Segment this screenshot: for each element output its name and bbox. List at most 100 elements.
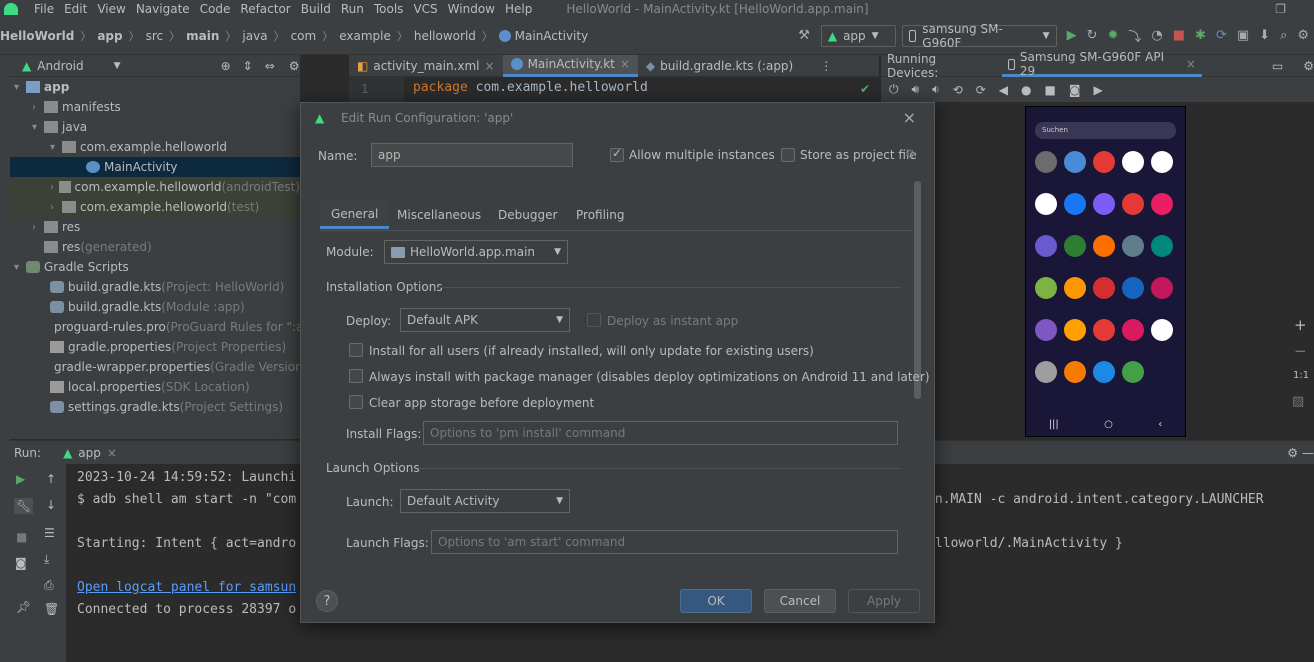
back-icon[interactable]: ‹ [1158, 419, 1162, 430]
app-icon[interactable] [1093, 361, 1115, 383]
device-manager-icon[interactable]: ▣ [1237, 28, 1249, 43]
menu-vcs[interactable]: VCS [413, 2, 437, 16]
install-all-users-checkbox[interactable] [349, 343, 363, 357]
maximize-icon[interactable]: ▭ [1272, 59, 1283, 73]
zoom-actual-size[interactable]: 1:1 [1293, 370, 1309, 381]
wrench-icon[interactable]: 🔧︎ [14, 498, 34, 514]
tree-item-app[interactable]: ▾ app [10, 77, 300, 97]
run-config-selector[interactable]: ▲ app ▼ [820, 24, 896, 47]
sdk-manager-icon[interactable]: ⬇ [1259, 28, 1270, 43]
expand-all-icon[interactable]: ⇔ [265, 59, 275, 73]
overview-icon[interactable]: ■ [1044, 83, 1055, 97]
menu-file[interactable]: File [34, 2, 54, 16]
scroll-end-icon[interactable]: ⤓ [44, 552, 49, 567]
app-icon[interactable] [1035, 151, 1057, 173]
attach-debugger-icon[interactable]: ⤵ [1128, 26, 1141, 45]
open-logcat-link[interactable]: Open logcat panel for samsun [77, 580, 296, 595]
menu-navigate[interactable]: Navigate [136, 2, 190, 16]
tree-item-file[interactable]: gradle.properties (Project Properties) [10, 337, 300, 357]
menu-help[interactable]: Help [505, 2, 532, 16]
app-icon[interactable] [1122, 235, 1144, 257]
restore-window-icon[interactable]: ❐ [1275, 2, 1286, 16]
tab-debugger[interactable]: Debugger [498, 201, 557, 229]
stop-icon[interactable]: ■ [1173, 28, 1185, 43]
tab-general[interactable]: General [320, 201, 390, 229]
camera-icon[interactable]: ◙ [15, 556, 27, 570]
menu-build[interactable]: Build [301, 2, 331, 16]
sync-gradle-icon[interactable]: ⟳ [1216, 28, 1227, 43]
app-icon[interactable] [1064, 235, 1086, 257]
trash-icon[interactable]: 🗑︎ [44, 602, 59, 616]
tree-item-file[interactable]: gradle-wrapper.properties (Gradle Versio… [10, 357, 307, 377]
scroll-down-icon[interactable]: ↓ [46, 498, 56, 512]
run-icon[interactable]: ▶ [1067, 28, 1077, 43]
rerun-icon[interactable]: ↻ [1087, 28, 1098, 43]
rotate-right-icon[interactable]: ⟳ [976, 83, 986, 97]
close-icon[interactable]: × [620, 57, 630, 71]
tree-item-package[interactable]: ▾ com.example.helloworld [10, 137, 300, 157]
scroll-up-icon[interactable]: ↑ [46, 472, 56, 486]
tree-item-mainactivity[interactable]: MainActivity [10, 157, 300, 177]
app-icon[interactable] [1035, 277, 1057, 299]
breadcrumb-example[interactable]: example [339, 29, 391, 43]
project-view-selector[interactable]: Android [37, 59, 83, 73]
tab-miscellaneous[interactable]: Miscellaneous [397, 201, 481, 229]
tree-item-res[interactable]: › res [10, 217, 300, 237]
close-icon[interactable]: × [107, 446, 117, 460]
tree-item-package-test[interactable]: › com.example.helloworld (test) [10, 197, 300, 217]
search-icon[interactable]: ⌕ [1280, 28, 1287, 43]
tree-item-file[interactable]: local.properties (SDK Location) [10, 377, 300, 397]
breadcrumb-src[interactable]: src [146, 29, 164, 43]
breadcrumb-main[interactable]: main [186, 29, 219, 43]
clear-storage-checkbox[interactable] [349, 395, 363, 409]
close-icon[interactable]: × [1186, 57, 1196, 71]
power-icon[interactable]: ⏻ [889, 82, 899, 97]
breadcrumb-com[interactable]: com [291, 29, 317, 43]
tree-item-res-generated[interactable]: res (generated) [10, 237, 300, 257]
tree-item-manifests[interactable]: › manifests [10, 97, 300, 117]
more-tabs-icon[interactable]: ⋮ [820, 59, 832, 73]
app-icon[interactable] [1064, 277, 1086, 299]
rotate-left-icon[interactable]: ⟲ [953, 83, 963, 97]
menu-refactor[interactable]: Refactor [240, 2, 290, 16]
gear-icon[interactable]: ⚙ [289, 59, 300, 73]
tree-item-file[interactable]: settings.gradle.kts (Project Settings) [10, 397, 300, 417]
tree-item-package-androidtest[interactable]: › com.example.helloworld (androidTest) [10, 177, 300, 197]
tree-item-file[interactable]: build.gradle.kts (Module :app) [10, 297, 300, 317]
device-tab[interactable]: Samsung SM-G960F API 29 × [1001, 50, 1202, 78]
volume-down-icon[interactable]: 🔉︎ [932, 82, 940, 97]
tree-item-file[interactable]: build.gradle.kts (Project: HelloWorld) [10, 277, 300, 297]
app-icon[interactable] [1093, 319, 1115, 341]
print-icon[interactable]: ⎙ [44, 578, 54, 593]
help-button[interactable]: ? [316, 590, 338, 612]
launch-flags-input[interactable]: Options to 'am start' command [431, 530, 898, 554]
pin-icon[interactable]: 📌︎ [16, 600, 31, 614]
zoom-out-icon[interactable]: − [1294, 342, 1307, 360]
tab-profiling[interactable]: Profiling [576, 201, 625, 229]
store-project-checkbox[interactable] [781, 148, 795, 162]
name-input[interactable]: app [371, 143, 573, 167]
app-icon[interactable] [1064, 319, 1086, 341]
home-icon[interactable]: ● [1021, 83, 1031, 97]
menu-run[interactable]: Run [341, 2, 364, 16]
apply-changes-icon[interactable]: ✱ [1195, 28, 1206, 43]
app-icon[interactable] [1093, 235, 1115, 257]
dialog-scrollbar[interactable] [914, 181, 921, 399]
instant-app-checkbox[interactable] [587, 313, 601, 327]
app-icon[interactable] [1122, 361, 1144, 383]
tab-mainactivity-kt[interactable]: MainActivity.kt × [502, 54, 638, 77]
menu-code[interactable]: Code [200, 2, 231, 16]
collapse-all-icon[interactable]: ⇕ [243, 59, 253, 73]
package-manager-checkbox[interactable] [349, 369, 363, 383]
install-flags-input[interactable]: Options to 'pm install' command [423, 421, 898, 445]
hammer-icon[interactable]: ⚒ [798, 28, 810, 43]
app-icon[interactable] [1064, 361, 1086, 383]
stop-icon[interactable]: ■ [16, 530, 27, 544]
device-screen[interactable]: Suchen ||| ○ ‹ [1025, 106, 1186, 437]
launch-dropdown[interactable]: Default Activity ▼ [400, 489, 570, 513]
app-icon[interactable] [1093, 193, 1115, 215]
tree-item-java[interactable]: ▾ java [10, 117, 300, 137]
breadcrumb-java[interactable]: java [242, 29, 267, 43]
tab-build-gradle[interactable]: ◆ build.gradle.kts (:app) ⋮ [638, 55, 840, 77]
screen-record-icon[interactable]: ▶ [1093, 83, 1102, 97]
